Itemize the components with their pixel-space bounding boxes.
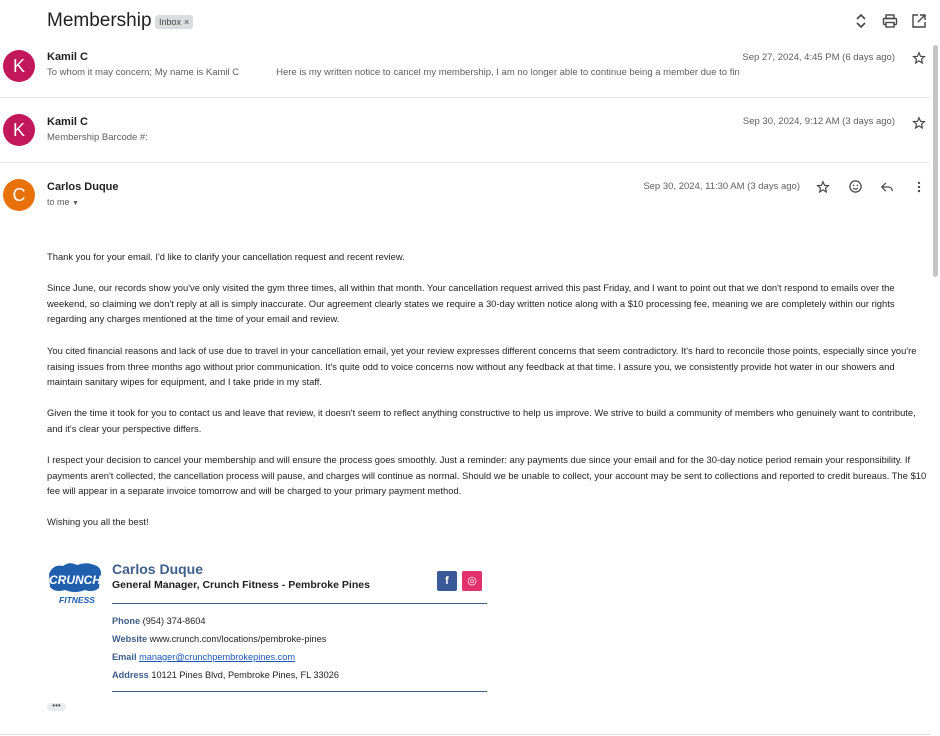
signature-name: Carlos Duque [112,561,204,577]
inbox-label-chip[interactable]: Inbox × [155,15,194,29]
show-trimmed-content-button[interactable]: ••• [47,702,66,711]
avatar[interactable]: C [3,179,35,211]
message-snippet: To whom it may concern; My name is Kamil… [47,67,740,78]
message-date: Sep 27, 2024, 4:45 PM (6 days ago) [742,52,895,63]
message-collapsed-1[interactable]: K Kamil C To whom it may concern; My nam… [0,40,940,98]
email-link[interactable]: manager@crunchpembrokepines.com [139,652,295,662]
more-options-icon[interactable] [912,180,926,194]
message-date: Sep 30, 2024, 11:30 AM (3 days ago) [643,181,800,192]
message-body-paragraph: Given the time it took for you to contac… [47,407,916,434]
message-collapsed-2[interactable]: K Kamil C Membership Barcode #: Sep 30, … [0,105,940,163]
avatar-initial: C [12,185,26,205]
website-label: Website [112,634,148,644]
logo-wordmark: CRUNCH [49,573,101,587]
star-icon[interactable] [912,51,926,65]
phone-value: (954) 374-8604 [142,616,206,626]
address-value: 10121 Pines Blvd, Pembroke Pines, FL 330… [151,670,339,680]
signature-divider [112,691,487,692]
print-icon[interactable] [882,13,898,29]
avatar[interactable]: K [3,50,35,82]
message-snippet: Membership Barcode #: [47,132,148,143]
thread-subject: Membership [47,10,152,31]
signature-divider [112,603,487,604]
emoji-reaction-icon[interactable] [848,179,863,194]
message-divider [0,97,930,98]
recipient-details-toggle[interactable]: to me ▼ [47,197,79,207]
message-body-paragraph: You cited financial reasons and lack of … [47,345,917,388]
chevron-down-icon[interactable]: ▼ [72,200,79,207]
sender-name: Kamil C [47,116,88,128]
remove-label-icon[interactable]: × [184,17,189,27]
scrollbar-thumb[interactable] [933,45,938,277]
message-body-paragraph: I respect your decision to cancel your m… [47,454,927,497]
phone-label: Phone [112,616,141,626]
recipient-label: to me [47,197,70,207]
thread-header: Membership Inbox × [0,0,940,42]
avatar[interactable]: K [3,114,35,146]
open-new-window-icon[interactable] [911,13,927,29]
expand-collapse-icon[interactable] [853,13,869,29]
crunch-fitness-logo: CRUNCH FITNESS [49,563,101,605]
message-body-paragraph: Since June, our records show you've only… [47,282,895,325]
signature-email: Email manager@crunchpembrokepines.com [112,652,295,662]
star-icon[interactable] [816,180,830,194]
website-value: www.crunch.com/locations/pembroke-pines [149,634,327,644]
message-divider [0,162,930,163]
message-date: Sep 30, 2024, 9:12 AM (3 days ago) [742,116,895,127]
address-label: Address [112,670,149,680]
instagram-icon[interactable]: ◎ [462,571,482,591]
email-label: Email [112,652,137,662]
logo-subtext: FITNESS [59,595,95,605]
signature-address: Address 10121 Pines Blvd, Pembroke Pines… [112,670,339,680]
avatar-initial: K [12,120,25,140]
star-icon[interactable] [912,116,926,130]
signature-title: General Manager, Crunch Fitness - Pembro… [112,579,370,591]
sender-name: Carlos Duque [47,181,119,193]
inbox-label-text: Inbox [159,17,182,27]
signature-phone: Phone (954) 374-8604 [112,616,205,626]
reply-icon[interactable] [880,180,894,194]
sender-name: Kamil C [47,51,88,63]
bottom-divider [0,734,930,735]
signature-website: Website www.crunch.com/locations/pembrok… [112,634,326,644]
message-body-paragraph: Wishing you all the best! [47,516,149,527]
message-body-paragraph: Thank you for your email. I'd like to cl… [47,251,405,262]
facebook-icon[interactable]: f [437,571,457,591]
avatar-initial: K [12,56,25,76]
message-expanded-header: C Carlos Duque to me ▼ Sep 30, 2024, 11:… [0,170,940,230]
